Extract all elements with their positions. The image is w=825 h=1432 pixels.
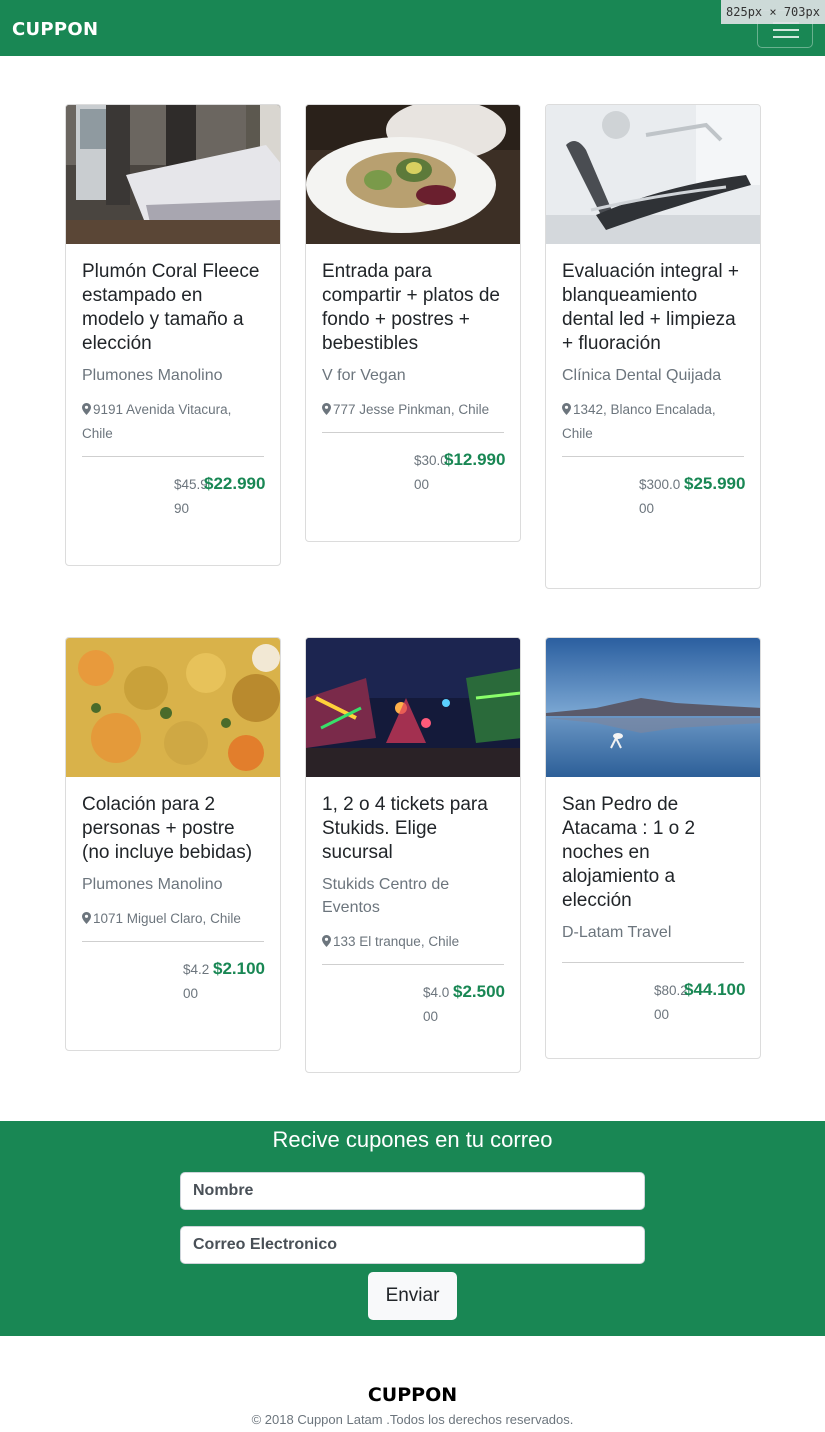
map-pin-icon [82, 912, 91, 924]
email-field[interactable] [180, 1226, 645, 1264]
footer-copyright: © 2018 Cuppon Latam .Todos los derechos … [251, 1412, 574, 1427]
map-pin-icon [82, 403, 91, 415]
original-price: $4.000 [423, 985, 450, 1024]
original-price: $80.200 [654, 983, 688, 1022]
discount-price: $12.990 [444, 450, 506, 469]
deal-price: $30.000 $12.990 [322, 433, 506, 505]
discount-price: $25.990 [684, 474, 746, 493]
deal-vendor: Clínica Dental Quijada [562, 367, 722, 384]
discount-price: $2.100 [213, 959, 265, 978]
food-dish-photo [66, 638, 280, 777]
deal-price: $80.200 $44.100 [562, 963, 746, 1035]
deal-vendor: Plumones Manolino [82, 367, 223, 384]
vegan-plate-photo [306, 105, 520, 244]
original-price: $45.990 [174, 477, 208, 516]
brand-logo[interactable]: CUPPON [12, 19, 98, 40]
bedroom-photo [66, 105, 280, 244]
submit-button[interactable]: Enviar [368, 1272, 457, 1320]
discount-price: $2.500 [453, 982, 505, 1001]
deal-price: $4.000 $2.500 [322, 965, 505, 1037]
deal-title[interactable]: Entrada para compartir + platos de fondo… [322, 260, 504, 356]
deal-location-text: 1342, Blanco Encalada, Chile [562, 402, 716, 441]
discount-price: $44.100 [684, 980, 746, 999]
deal-location-text: 9191 Avenida Vitacura, Chile [82, 402, 232, 441]
deal-card[interactable]: Colación para 2 personas + postre (no in… [65, 637, 281, 1051]
deal-title[interactable]: San Pedro de Atacama : 1 o 2 noches en a… [562, 793, 744, 913]
deal-card[interactable]: San Pedro de Atacama : 1 o 2 noches en a… [545, 637, 761, 1059]
atacama-lake-photo [546, 638, 760, 777]
deal-card[interactable]: 1, 2 o 4 tickets para Stukids. Elige suc… [305, 637, 521, 1073]
navbar: CUPPON [0, 0, 825, 56]
deal-location: 777 Jesse Pinkman, Chile [322, 398, 504, 422]
deal-title[interactable]: Evaluación integral + blanqueamiento den… [562, 260, 744, 356]
deal-title[interactable]: Plumón Coral Fleece estampado en modelo … [82, 260, 264, 356]
deal-location: 1342, Blanco Encalada, Chile [562, 398, 744, 446]
deal-location-text: 777 Jesse Pinkman, Chile [333, 402, 490, 417]
original-price: $300.000 [639, 477, 681, 516]
deal-vendor: D-Latam Travel [562, 924, 672, 941]
footer-brand: CUPPON [367, 1384, 458, 1406]
map-pin-icon [562, 403, 571, 415]
map-pin-icon [322, 403, 331, 415]
map-pin-icon [322, 935, 331, 947]
fairground-photo [306, 638, 520, 777]
deal-vendor: V for Vegan [322, 367, 406, 384]
original-price: $30.000 [414, 453, 448, 492]
deal-card[interactable]: Plumón Coral Fleece estampado en modelo … [65, 104, 281, 566]
deal-location: 9191 Avenida Vitacura, Chile [82, 398, 264, 446]
hamburger-icon-bar [773, 36, 799, 38]
discount-price: $22.990 [204, 474, 266, 493]
dental-chair-photo [546, 105, 760, 244]
deal-price: $300.000 $25.990 [562, 457, 746, 529]
viewport-size-badge: 825px × 703px [721, 0, 825, 24]
deal-location: 133 El tranque, Chile [322, 930, 504, 954]
hamburger-icon-bar [773, 29, 799, 31]
deal-vendor: Plumones Manolino [82, 876, 223, 893]
deal-price: $45.990 $22.990 [82, 457, 266, 529]
deal-location-text: 133 El tranque, Chile [333, 934, 460, 949]
newsletter-section: Recive cupones en tu correo Enviar [0, 1121, 825, 1336]
newsletter-title: Recive cupones en tu correo [272, 1127, 553, 1152]
deal-title[interactable]: Colación para 2 personas + postre (no in… [82, 793, 264, 865]
deal-title[interactable]: 1, 2 o 4 tickets para Stukids. Elige suc… [322, 793, 504, 865]
deal-location: 1071 Miguel Claro, Chile [82, 907, 264, 931]
deal-price: $4.200 $2.100 [82, 942, 265, 1014]
deal-card[interactable]: Evaluación integral + blanqueamiento den… [545, 104, 761, 589]
original-price: $4.200 [183, 962, 210, 1001]
deal-card[interactable]: Entrada para compartir + platos de fondo… [305, 104, 521, 542]
name-field[interactable] [180, 1172, 645, 1210]
deal-vendor: Stukids Centro de Eventos [322, 876, 450, 916]
deal-location-text: 1071 Miguel Claro, Chile [93, 911, 241, 926]
